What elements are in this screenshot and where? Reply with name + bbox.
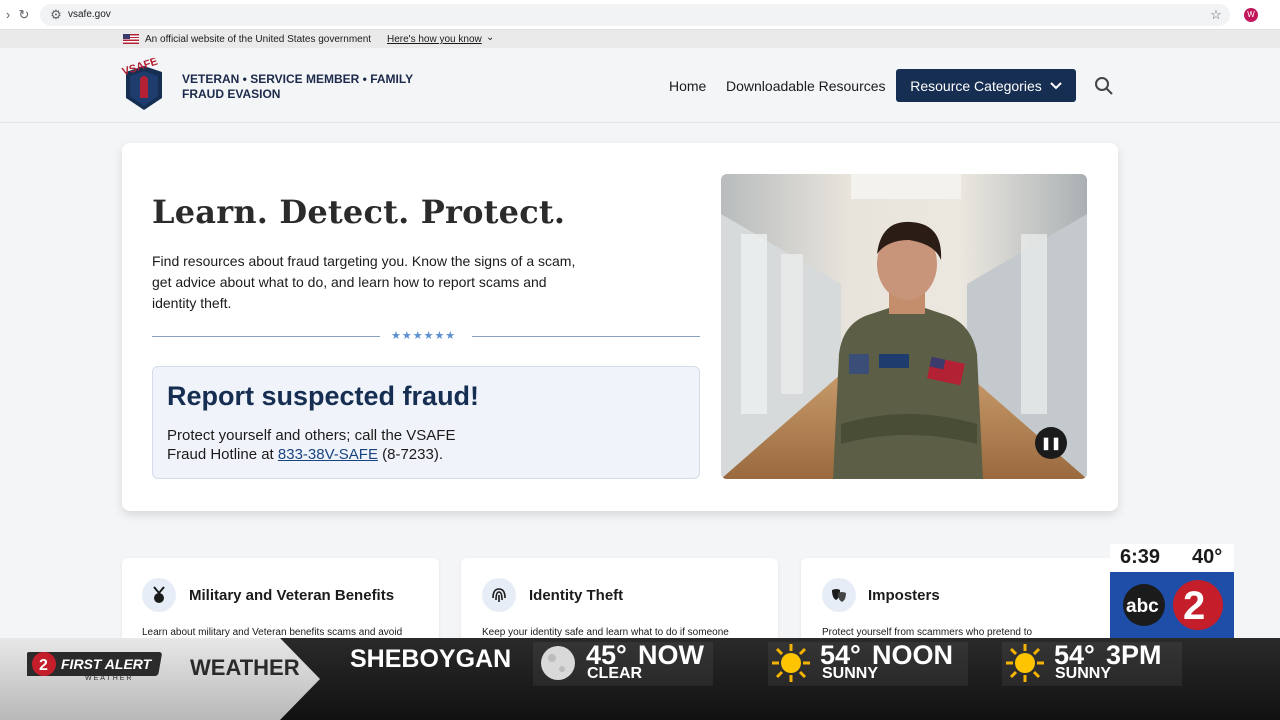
first-alert-text: FIRST ALERT [61, 656, 153, 672]
report-fraud-title: Report suspected fraud! [167, 381, 480, 411]
tv-time: 6:39 [1120, 546, 1161, 568]
report-prefix: Fraud Hotline at [167, 446, 278, 463]
city-name: SHEBOYGAN [350, 645, 512, 673]
forecast-now-condition: CLEAR [587, 665, 643, 682]
stars-divider: ★★★★★★ [391, 330, 457, 342]
sun-icon [1006, 644, 1044, 682]
abc2-logo: abc 2 [1110, 572, 1234, 638]
svg-text:abc: abc [1126, 596, 1159, 617]
first-alert-logo: 2 FIRST ALERT WEATHER [27, 652, 162, 682]
chevron-down-icon[interactable]: ⌄ [486, 32, 494, 43]
divider-right [472, 336, 700, 337]
forecast-noon-label: NOON [872, 640, 953, 670]
bookmark-star-icon[interactable]: ☆ [1208, 7, 1224, 23]
card-desc-military: Learn about military and Veteran benefit… [142, 627, 403, 638]
hero-title: Learn. Detect. Protect. [152, 193, 566, 231]
gov-banner-link[interactable]: Here's how you know [387, 34, 482, 45]
hero-description: Find resources about fraud targeting you… [152, 253, 576, 311]
site-title-line2: FRAUD EVASION [182, 87, 281, 101]
gov-banner-text: An official website of the United States… [145, 34, 372, 45]
vsafe-logo[interactable]: VSAFE [120, 58, 168, 114]
sun-icon [772, 644, 810, 682]
address-bar[interactable] [40, 4, 1230, 26]
us-flag-icon [123, 34, 139, 44]
first-alert-sub-text: WEATHER [85, 675, 133, 682]
svg-text:2: 2 [1183, 584, 1205, 628]
pause-icon[interactable]: ❚❚ [1035, 427, 1067, 459]
search-icon[interactable] [1094, 76, 1114, 96]
card-title-military[interactable]: Military and Veteran Benefits [189, 587, 394, 604]
hotline-phone-link[interactable]: 833-38V-SAFE [278, 446, 378, 463]
chevron-down-icon [1050, 81, 1062, 89]
forward-icon[interactable]: › [0, 7, 16, 23]
fingerprint-icon [482, 578, 516, 612]
weather-label: WEATHER [190, 655, 300, 680]
svg-text:2: 2 [39, 657, 48, 674]
forecast-3pm-condition: SUNNY [1055, 665, 1112, 682]
card-title-imposters[interactable]: Imposters [868, 587, 940, 604]
masks-icon [822, 578, 856, 612]
card-desc-identity: Keep your identity safe and learn what t… [482, 627, 729, 638]
report-fraud-text-1: Protect yourself and others; call the VS… [167, 427, 456, 444]
card-desc-imposters: Protect yourself from scammers who prete… [822, 627, 1033, 638]
url-text[interactable]: vsafe.gov [68, 9, 111, 20]
forecast-3pm-label: 3PM [1106, 640, 1162, 670]
card-title-identity[interactable]: Identity Theft [529, 587, 623, 604]
forecast-now-label: NOW [638, 640, 704, 670]
nav-home-link[interactable]: Home [669, 78, 706, 94]
forecast-noon-condition: SUNNY [822, 665, 879, 682]
medal-icon [142, 578, 176, 612]
divider-left [152, 336, 380, 337]
resource-categories-label: Resource Categories [910, 77, 1042, 94]
site-title-line1: VETERAN • SERVICE MEMBER • FAMILY [182, 72, 414, 86]
moon-icon [541, 646, 575, 680]
report-suffix: (8-7233). [377, 446, 443, 463]
tv-temperature: 40° [1192, 546, 1223, 568]
hero-photo [721, 174, 1087, 479]
nav-downloadable-resources-link[interactable]: Downloadable Resources [726, 78, 886, 94]
profile-avatar[interactable]: W [1244, 8, 1258, 22]
site-settings-icon[interactable]: ⚙ [48, 7, 64, 23]
resource-categories-button[interactable]: Resource Categories [896, 69, 1076, 102]
reload-icon[interactable]: ↻ [16, 7, 32, 23]
report-fraud-text-2: Fraud Hotline at 833-38V-SAFE (8-7233). [167, 446, 443, 463]
